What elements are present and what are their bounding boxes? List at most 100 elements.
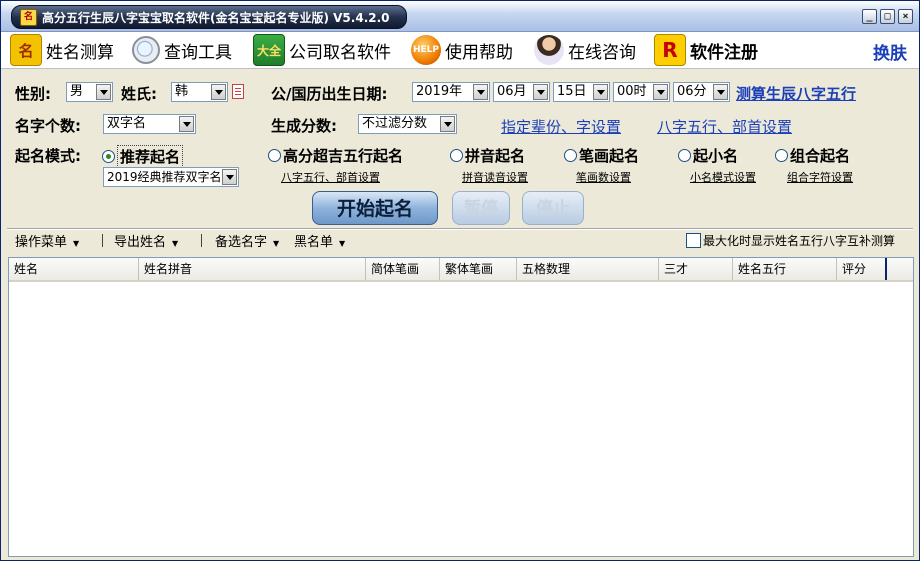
ops-menu-label: 操作菜单	[15, 235, 68, 250]
pinyin-setting-link[interactable]: 拼音读音设置	[462, 169, 528, 185]
chevron-down-icon[interactable]	[653, 84, 668, 100]
caret-down-icon: ▼	[339, 239, 346, 248]
register-icon: R	[654, 34, 686, 66]
hour-value: 00时	[617, 84, 647, 99]
name-count-select[interactable]: 双字名	[103, 114, 196, 134]
surname-list-icon[interactable]	[232, 84, 244, 99]
toolbar-name-test[interactable]: 名 姓名测算	[10, 34, 114, 66]
candidates-menu[interactable]: 备选名字 ▼	[215, 231, 279, 250]
toolbar-label: 查询工具	[164, 42, 232, 63]
minimize-button[interactable]: _	[862, 9, 877, 24]
column-header-simplified-strokes[interactable]: 简体笔画	[366, 258, 440, 280]
mode-nickname-radio[interactable]: 起小名	[678, 145, 738, 166]
score-label: 生成分数:	[271, 117, 337, 135]
skin-button[interactable]: 换肤	[873, 39, 907, 64]
chevron-down-icon[interactable]	[211, 84, 226, 100]
column-header-traditional-strokes[interactable]: 繁体笔画	[440, 258, 517, 280]
column-header-sancai[interactable]: 三才	[659, 258, 733, 280]
mode-label-text: 推荐起名	[117, 145, 184, 168]
ops-menu[interactable]: 操作菜单 ▼	[15, 231, 79, 250]
mode-label-text: 组合起名	[790, 147, 851, 165]
toolbar: 名 姓名测算 查询工具 大全 公司取名软件 HELP 使用帮助 在线咨询 R 软…	[1, 32, 919, 69]
mode-recommend-radio[interactable]: 推荐起名	[102, 145, 184, 168]
column-header-wuge[interactable]: 五格数理	[517, 258, 659, 280]
toolbar-register[interactable]: R 软件注册	[654, 34, 758, 66]
chevron-down-icon[interactable]	[593, 84, 608, 100]
caret-down-icon: ▼	[273, 239, 280, 248]
month-select[interactable]: 06月	[493, 82, 550, 102]
column-header-pinyin[interactable]: 姓名拼音	[139, 258, 366, 280]
gender-value: 男	[70, 84, 84, 99]
strokes-setting-link[interactable]: 笔画数设置	[576, 169, 631, 185]
chevron-down-icon[interactable]	[713, 84, 728, 100]
export-menu-label: 导出姓名	[114, 235, 167, 250]
toolbar-company-naming[interactable]: 大全 公司取名软件	[253, 34, 391, 66]
wuxing-setting-link[interactable]: 八字五行、部首设置	[657, 116, 792, 137]
recommend-select[interactable]: 2019经典推荐双字名	[103, 167, 239, 187]
mode-label-text: 起小名	[693, 147, 739, 165]
menu-divider	[102, 234, 103, 247]
chevron-down-icon[interactable]	[473, 84, 488, 100]
score-select[interactable]: 不过滤分数	[358, 114, 457, 134]
results-table[interactable]: 姓名 姓名拼音 简体笔画 繁体笔画 五格数理 三才 姓名五行 评分	[8, 257, 914, 557]
checkbox-box[interactable]	[686, 233, 701, 248]
mode-combo-radio[interactable]: 组合起名	[775, 145, 850, 166]
start-naming-button[interactable]: 开始起名	[312, 191, 438, 225]
mode-wuxing-radio[interactable]: 高分超吉五行起名	[268, 145, 403, 166]
chevron-down-icon[interactable]	[222, 169, 237, 185]
hour-select[interactable]: 00时	[613, 82, 670, 102]
recommend-value: 2019经典推荐双字名	[107, 170, 222, 184]
name-count-label: 名字个数:	[15, 117, 81, 135]
mode-pinyin-radio[interactable]: 拼音起名	[450, 145, 525, 166]
year-select[interactable]: 2019年	[412, 82, 490, 102]
gender-select[interactable]: 男	[66, 82, 113, 102]
column-header-name[interactable]: 姓名	[9, 258, 139, 280]
mode-strokes-radio[interactable]: 笔画起名	[564, 145, 639, 166]
menu-divider	[201, 234, 202, 247]
generation-setting-link[interactable]: 指定辈份、字设置	[501, 116, 621, 137]
minute-select[interactable]: 06分	[673, 82, 730, 102]
consultant-icon	[534, 35, 564, 65]
chevron-down-icon[interactable]	[179, 116, 194, 132]
day-select[interactable]: 15日	[553, 82, 610, 102]
column-header-score[interactable]: 评分	[837, 258, 887, 280]
name-count-value: 双字名	[107, 116, 147, 131]
title-bar[interactable]: 名 高分五行生辰八字宝宝取名软件(金名宝宝起名专业版) V5.4.2.0 _ □…	[1, 1, 919, 32]
minute-value: 06分	[677, 84, 707, 99]
birthdate-label: 公/国历出生日期:	[271, 85, 388, 103]
radio-dot	[450, 149, 463, 162]
radio-dot	[775, 149, 788, 162]
magnifier-icon	[132, 36, 160, 64]
nickname-setting-link[interactable]: 小名模式设置	[690, 169, 756, 185]
blacklist-menu-label: 黑名单	[294, 235, 334, 250]
pause-button[interactable]: 暂停	[452, 191, 510, 225]
app-logo-icon: 名	[20, 9, 37, 26]
toolbar-query-tools[interactable]: 查询工具	[132, 34, 232, 66]
chevron-down-icon[interactable]	[533, 84, 548, 100]
maximize-analysis-label: 最大化时显示姓名五行八字互补测算	[703, 234, 896, 248]
blacklist-menu[interactable]: 黑名单 ▼	[294, 231, 345, 250]
radio-dot	[564, 149, 577, 162]
toolbar-online-consult[interactable]: 在线咨询	[534, 34, 636, 66]
maximize-button[interactable]: □	[880, 9, 895, 24]
window-controls: _ □ ×	[862, 9, 913, 24]
toolbar-label: 在线咨询	[568, 42, 636, 63]
bazi-calc-link[interactable]: 测算生辰八字五行	[736, 83, 856, 104]
maximize-analysis-checkbox[interactable]: 最大化时显示姓名五行八字互补测算	[686, 232, 895, 249]
caret-down-icon: ▼	[73, 239, 80, 248]
mode-label: 起名模式:	[15, 147, 81, 165]
table-header: 姓名 姓名拼音 简体笔画 繁体笔画 五格数理 三才 姓名五行 评分	[9, 258, 913, 282]
wuxing-mode-setting-link[interactable]: 八字五行、部首设置	[281, 169, 380, 185]
toolbar-help[interactable]: HELP 使用帮助	[411, 34, 513, 66]
chevron-down-icon[interactable]	[96, 84, 111, 100]
surname-select[interactable]: 韩	[171, 82, 228, 102]
combo-setting-link[interactable]: 组合字符设置	[787, 169, 853, 185]
export-menu[interactable]: 导出姓名 ▼	[114, 231, 178, 250]
column-header-name-wuxing[interactable]: 姓名五行	[733, 258, 837, 280]
toolbar-label: 软件注册	[690, 42, 758, 63]
year-value: 2019年	[416, 84, 463, 99]
close-button[interactable]: ×	[898, 9, 913, 24]
caret-down-icon: ▼	[172, 239, 179, 248]
chevron-down-icon[interactable]	[440, 116, 455, 132]
stop-button[interactable]: 停止	[522, 191, 584, 225]
